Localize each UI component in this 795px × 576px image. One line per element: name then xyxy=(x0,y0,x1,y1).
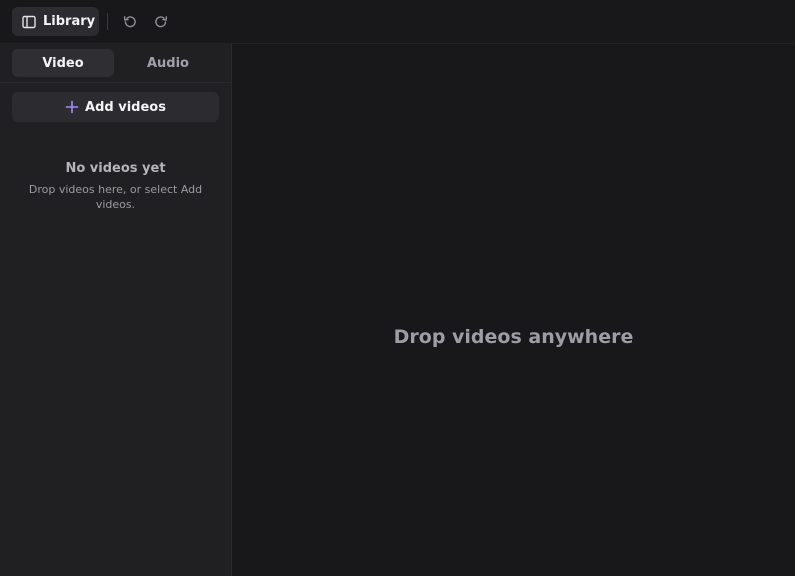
empty-state-description: Drop videos here, or select Add videos. xyxy=(28,183,203,211)
top-toolbar: Library xyxy=(0,0,795,44)
plus-icon xyxy=(65,100,79,114)
add-videos-button[interactable]: Add videos xyxy=(12,92,219,122)
tab-video[interactable]: Video xyxy=(12,49,114,77)
media-tabs: Video Audio xyxy=(0,44,231,83)
sidebar-panel-icon xyxy=(21,14,37,30)
undo-icon xyxy=(122,14,138,30)
library-sidebar: Video Audio Add videos No videos yet Dro… xyxy=(0,44,232,576)
toolbar-divider xyxy=(107,13,108,30)
tab-audio[interactable]: Audio xyxy=(117,49,219,77)
drop-zone[interactable]: Drop videos anywhere xyxy=(232,44,795,576)
redo-button[interactable] xyxy=(151,12,170,31)
library-toggle-button[interactable]: Library xyxy=(12,7,99,36)
drop-hint: Drop videos anywhere xyxy=(393,326,634,348)
redo-icon xyxy=(153,14,169,30)
undo-button[interactable] xyxy=(120,12,139,31)
app-window: Library Video Audio Add videos No videos… xyxy=(0,0,795,576)
add-videos-label: Add videos xyxy=(85,99,166,115)
empty-state-title: No videos yet xyxy=(65,161,166,176)
library-label: Library xyxy=(43,14,96,29)
